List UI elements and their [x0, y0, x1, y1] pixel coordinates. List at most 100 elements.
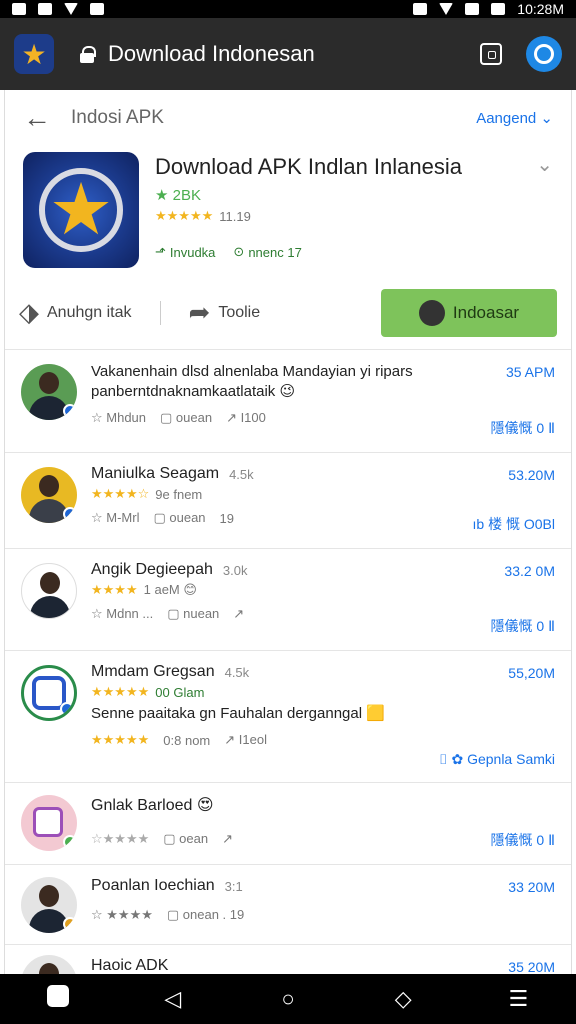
tag-icon: ⬗	[19, 297, 39, 327]
review-actions: ☆ ★★★★ ▢ onean . 19	[91, 907, 555, 923]
app-info: Download APK Indlan Inlanesia ★ 2BK ★★★★…	[155, 152, 553, 276]
share-action[interactable]: ↗	[222, 831, 233, 847]
meta-item-1: ⬏ Invudka	[155, 244, 215, 260]
review-item[interactable]: Gnlak Barloed 😍 ☆★★★★ ▢ oean ↗ 隱儀慨 0 Ⅱ	[5, 783, 571, 865]
back-icon[interactable]: ◁	[153, 986, 193, 1012]
review-header: Gnlak Barloed 😍	[91, 795, 555, 815]
meta-2-label: nnenc 17	[248, 244, 302, 260]
language-selector[interactable]: Aangend ⌄	[476, 109, 553, 127]
review-time: 53.20M	[508, 467, 555, 483]
review-item[interactable]: Angik Degieepah 3.0k ★★★★ 1 aeM 😊 33.2 0…	[5, 549, 571, 651]
tools-button[interactable]: ➦ Toolie	[189, 297, 261, 328]
avatar	[21, 467, 77, 523]
reviewer-name: Haoic ADK	[91, 957, 169, 974]
review-header: Angik Degieepah 3.0k	[91, 561, 555, 579]
rating-action[interactable]: ☆★★★★	[91, 831, 149, 847]
review-time: 33 20M	[508, 879, 555, 895]
status-bar: 10:28M	[0, 0, 576, 18]
home-icon[interactable]: ○	[268, 986, 308, 1012]
signal-icon	[465, 3, 480, 15]
heart-icon	[64, 3, 78, 15]
review-item[interactable]: Mmdam Gregsan 4.5k ★★★★★ 00 Glam Senne p…	[5, 651, 571, 783]
avatar	[21, 795, 77, 851]
review-item[interactable]: Poanlan Ioechian 3:1 33 20M ☆ ★★★★ ▢ one…	[5, 865, 571, 945]
review-count: 4.5k	[224, 664, 250, 680]
review-text: panberntdnaknamkaatlataik 😉	[91, 383, 296, 400]
review-item[interactable]: Vakanenhain dlsd alnenlaba Mandayian yi …	[5, 350, 571, 453]
review-header: Mmdam Gregsan 4.5k	[91, 663, 555, 681]
share-action[interactable]: ↗ I100	[226, 410, 266, 426]
comment-action[interactable]: ▢ nuean	[167, 606, 219, 622]
share-action[interactable]: ↗ I1eol	[224, 732, 267, 748]
app-meta: ⬏ Invudka ⊙ nnenc 17	[155, 244, 553, 260]
review-link[interactable]: ⌷ ✿ Gepnla Samki	[439, 751, 555, 768]
review-header: Maniulka Seagam 4.5k	[91, 465, 555, 483]
review-time: 33.2 0M	[504, 563, 555, 579]
top-nav: ← Indosi APK Aangend ⌄	[5, 90, 571, 146]
like-action[interactable]: ☆ Mdnn ...	[91, 606, 153, 622]
comment-action[interactable]: ▢ onean . 19	[167, 907, 244, 923]
rating-action[interactable]: ☆ ★★★★	[91, 907, 153, 923]
avatar	[21, 665, 77, 721]
review-rating: ★★★★ 1 aeM 😊	[91, 582, 555, 598]
app-title: Download APK Indlan Inlanesia	[155, 154, 462, 179]
avatar	[21, 563, 77, 619]
chevron-down-icon[interactable]: ⌄	[536, 152, 553, 177]
comment-action[interactable]: 0:8 nom	[163, 733, 210, 748]
reviewer-name: Maniulka Seagam	[91, 465, 220, 482]
review-header: Haoic ADK	[91, 957, 555, 974]
review-rating: ★★★★★ 00 Glam	[91, 684, 555, 700]
like-action[interactable]: ☆ M-Mrl	[91, 510, 139, 526]
lock-icon	[80, 46, 96, 63]
tabs-icon[interactable]	[480, 43, 502, 65]
review-stars: ★★★★	[91, 582, 138, 597]
share-arrow-icon: ➦	[188, 297, 211, 327]
comment-action[interactable]: ▢ oean	[163, 831, 208, 847]
review-stars: ★★★★★	[91, 684, 150, 699]
menu-icon[interactable]: ☰	[498, 986, 538, 1012]
reviewer-name: Poanlan Ioechian	[91, 877, 215, 894]
page-title: Indosi APK	[71, 107, 164, 128]
review-link[interactable]: 隱儀慨 0 Ⅱ	[491, 418, 555, 438]
share-action[interactable]: ↗	[233, 606, 244, 622]
review-time: 55,20M	[508, 665, 555, 681]
avatar	[21, 364, 77, 420]
app-rating: ★★★★★ 11.19	[155, 208, 553, 224]
like-action[interactable]: ☆ Mhdun	[91, 410, 146, 426]
comment-action[interactable]: ▢ ouean	[160, 410, 212, 426]
review-time: 35 APM	[505, 364, 555, 380]
review-count: 3.0k	[222, 562, 248, 578]
back-arrow-icon[interactable]: ←	[23, 102, 53, 134]
update-icon: ⬏	[155, 244, 166, 259]
share-action[interactable]: 19	[220, 511, 234, 526]
review-link[interactable]: 隱儀慨 0 Ⅱ	[491, 616, 555, 636]
review-actions: ☆ Mhdun ▢ ouean ↗ I100	[91, 410, 555, 426]
url-bar[interactable]: Download Indonesan	[108, 41, 480, 67]
download-button[interactable]: Indoasar	[381, 288, 557, 337]
avatar	[21, 955, 77, 974]
rating-action[interactable]: ★★★★★	[91, 732, 149, 748]
app-switcher-icon[interactable]	[38, 985, 78, 1013]
review-link[interactable]: ıb 楼 慨 O0Bl	[473, 514, 555, 534]
comment-action[interactable]: ▢ ouean	[153, 510, 205, 526]
app-icon	[90, 3, 104, 15]
review-header: Poanlan Ioechian 3:1	[91, 877, 555, 895]
alarm-icon	[413, 3, 428, 15]
share-button[interactable]: ⬗ Anuhgn itak	[19, 297, 132, 328]
clock-icon: ⊙	[233, 244, 245, 259]
review-item[interactable]: Maniulka Seagam 4.5k ★★★★☆ 9e fnem 53.20…	[5, 453, 571, 549]
review-actions: ★★★★★ 0:8 nom ↗ I1eol	[91, 732, 555, 748]
site-badge-icon[interactable]: ★	[14, 34, 54, 74]
system-nav-bar: ◁ ○ ◇ ☰	[0, 974, 576, 1024]
review-stars-text: 9e fnem	[155, 486, 203, 502]
review-item[interactable]: Haoic ADK 35 20M	[5, 945, 571, 974]
share-label: Anuhgn itak	[47, 303, 132, 321]
meta-item-2: ⊙ nnenc 17	[233, 244, 301, 260]
rating-stars: ★★★★★	[155, 208, 214, 223]
diamond-icon[interactable]: ◇	[383, 986, 423, 1012]
app-logo: ★	[23, 152, 139, 268]
image-icon	[12, 3, 26, 15]
review-actions: ☆★★★★ ▢ oean ↗	[91, 831, 555, 847]
review-link[interactable]: 隱儀慨 0 Ⅱ	[491, 830, 555, 850]
profile-icon[interactable]	[526, 36, 562, 72]
